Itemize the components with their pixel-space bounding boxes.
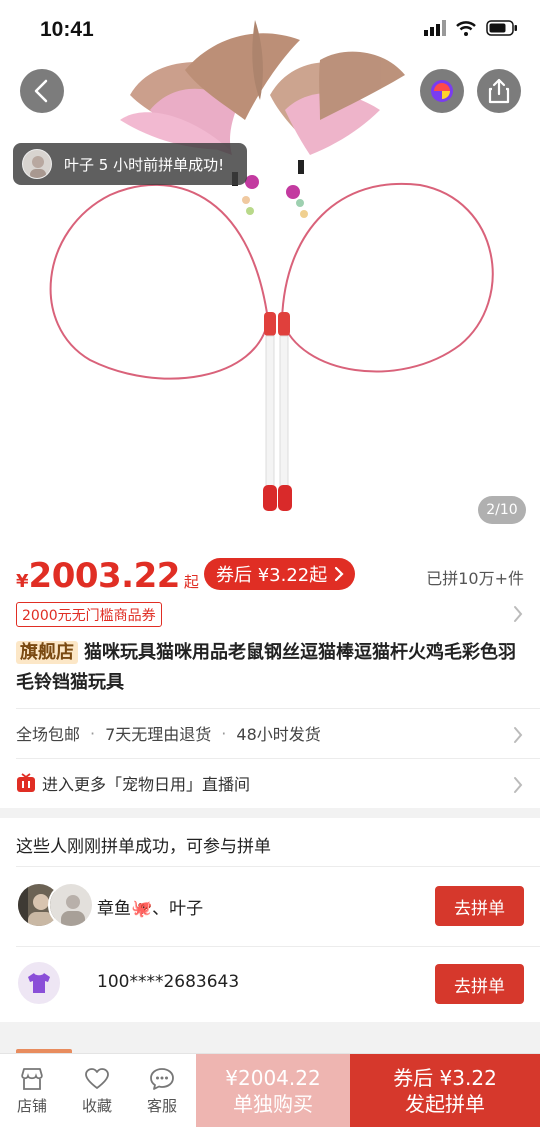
sold-count: 已拼10万+件 [426, 569, 524, 588]
nav-store[interactable]: 店铺 [0, 1054, 64, 1127]
avatar [22, 149, 52, 179]
nav-store-label: 店铺 [16, 1096, 47, 1115]
after-coupon-price-label: 券后 ¥3.22起 [216, 565, 328, 586]
nav-customer-service[interactable]: 客服 [130, 1054, 194, 1127]
heart-icon [85, 1067, 109, 1089]
avatar [48, 882, 94, 928]
service-48h-shipping: 48小时发货 [236, 725, 321, 744]
currency-symbol: ¥ [16, 571, 29, 592]
group-member-names: 100****2683643 [97, 972, 240, 992]
share-icon [488, 78, 510, 104]
flagship-store-badge: 旗舰店 [16, 641, 78, 664]
toast-text: 叶子 5 小时前拼单成功! [64, 155, 225, 174]
after-coupon-price-button[interactable]: 券后 ¥3.22起 [204, 558, 356, 590]
single-buy-price: ¥2004.22 [225, 1066, 321, 1090]
cellular-signal-icon [424, 20, 446, 36]
single-buy-label: 单独购买 [233, 1092, 313, 1116]
group-buy-section: 这些人刚刚拼单成功，可参与拼单 章鱼🐙、叶子 去拼单 100****268364… [0, 818, 540, 1022]
tshirt-icon [28, 973, 50, 993]
service-free-shipping: 全场包邮 [16, 725, 81, 744]
chevron-left-icon [34, 79, 48, 103]
product-info-card: ¥ 2003.22 起 券后 ¥3.22起 已拼10万+件 2000元无门槛商品… [0, 540, 540, 808]
group-buy-row: 100****2683643 去拼单 [0, 946, 540, 1026]
share-button[interactable] [477, 69, 521, 113]
live-room-entry[interactable]: 进入更多「宠物日用」直播间 [0, 758, 540, 808]
chat-icon [150, 1067, 174, 1090]
product-image-gallery[interactable]: 10:41 叶子 5 小时前拼单成功! 2/10 [0, 0, 540, 540]
chevron-right-icon[interactable] [512, 604, 524, 624]
price-amount: 2003.22 [28, 556, 181, 596]
wifi-icon [456, 21, 476, 36]
chevron-right-icon [335, 566, 344, 582]
status-bar: 10:41 [0, 0, 540, 64]
product-title-text: 猫咪玩具猫咪用品老鼠钢丝逗猫棒逗猫杆火鸡毛彩色羽毛铃铛猫玩具 [16, 642, 516, 693]
avatar-group [16, 882, 94, 928]
group-buy-label: 发起拼单 [405, 1092, 485, 1116]
coupon-tag[interactable]: 2000元无门槛商品券 [16, 602, 162, 627]
nav-favorite[interactable]: 收藏 [65, 1054, 129, 1127]
battery-icon [486, 20, 517, 36]
store-icon [21, 1067, 43, 1090]
tv-live-icon [17, 773, 35, 792]
join-group-button[interactable]: 去拼单 [435, 964, 524, 1004]
group-buy-price: 券后 ¥3.22 [393, 1066, 497, 1090]
price: ¥ 2003.22 起 [16, 556, 199, 596]
single-buy-button[interactable]: ¥2004.22 单独购买 [196, 1054, 350, 1127]
nav-favorite-label: 收藏 [81, 1096, 112, 1115]
live-room-text: 进入更多「宠物日用」直播间 [42, 775, 251, 794]
join-group-button[interactable]: 去拼单 [435, 886, 524, 926]
status-time: 10:41 [40, 18, 94, 41]
image-counter: 2/10 [478, 496, 526, 524]
back-button[interactable] [20, 69, 64, 113]
group-buy-row: 章鱼🐙、叶子 去拼单 [0, 866, 540, 946]
group-buy-header: 这些人刚刚拼单成功，可参与拼单 [16, 837, 271, 857]
brand-logo-button[interactable] [420, 69, 464, 113]
avatar [16, 960, 62, 1006]
bottom-action-bar: 店铺 收藏 客服 ¥2004.22 单独购买 券后 ¥3.22 发起拼单 [0, 1053, 540, 1127]
chevron-right-icon [514, 777, 523, 793]
group-member-names: 章鱼🐙、叶子 [97, 899, 204, 919]
chevron-right-icon [514, 727, 523, 743]
nav-customer-service-label: 客服 [146, 1096, 177, 1115]
service-guarantees-row[interactable]: 全场包邮 · 7天无理由退货 · 48小时发货 [0, 708, 540, 758]
recent-group-buy-toast: 叶子 5 小时前拼单成功! [13, 143, 247, 185]
start-group-buy-button[interactable]: 券后 ¥3.22 发起拼单 [350, 1054, 540, 1127]
app-logo-icon [431, 80, 453, 102]
avatar-group [16, 960, 62, 1006]
product-title: 旗舰店 猫咪玩具猫咪用品老鼠钢丝逗猫棒逗猫杆火鸡毛彩色羽毛铃铛猫玩具 [16, 638, 524, 698]
service-7day-return: 7天无理由退货 [105, 725, 212, 744]
price-suffix: 起 [183, 573, 199, 591]
